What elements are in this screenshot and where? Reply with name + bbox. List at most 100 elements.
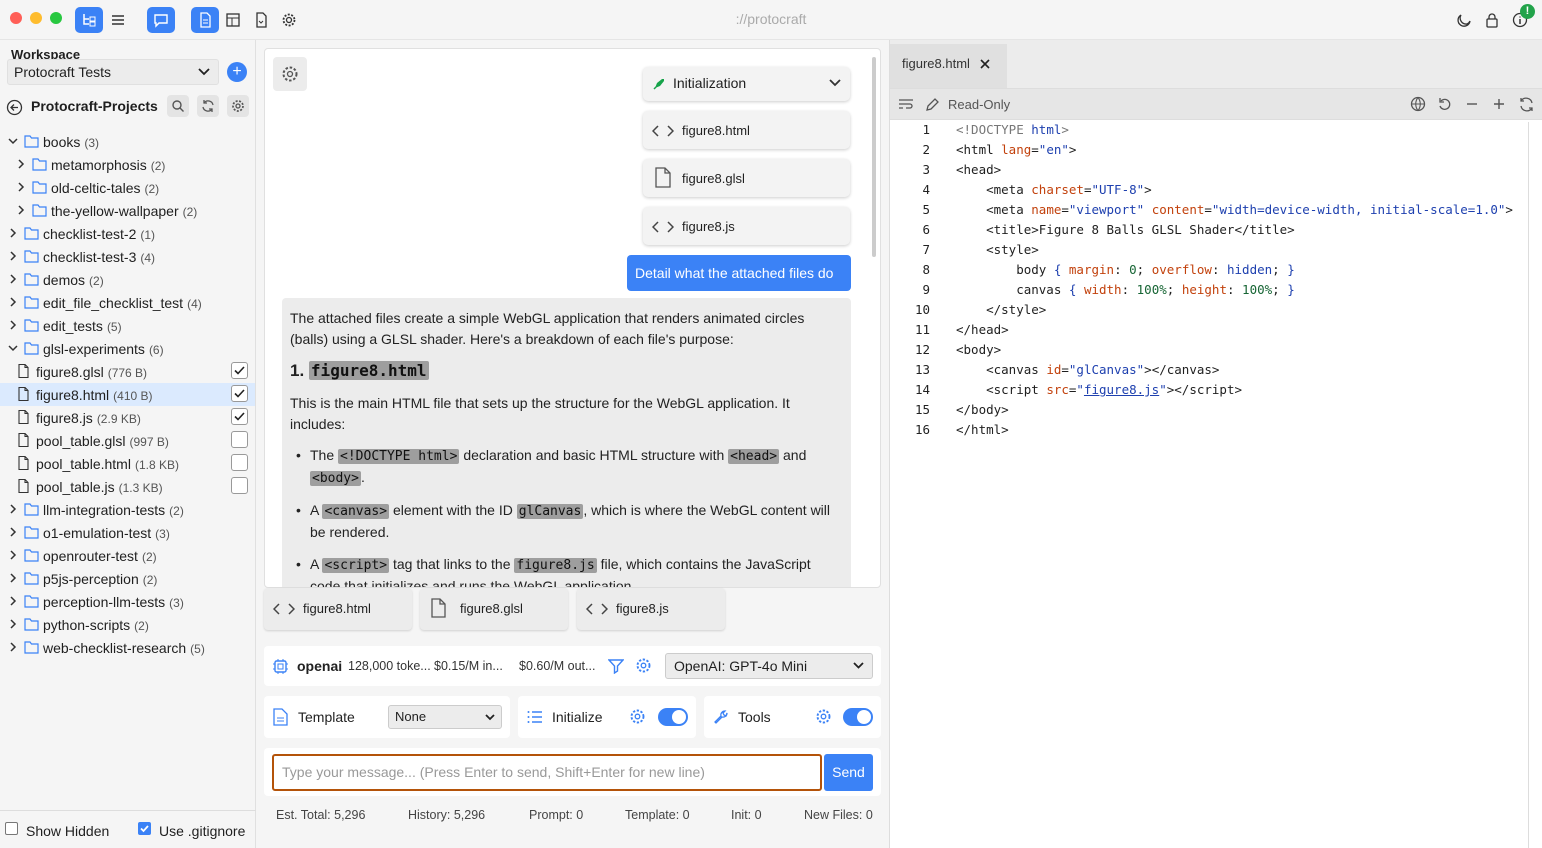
initialize-toggle[interactable] <box>658 708 688 726</box>
file-tab[interactable]: figure8.js <box>577 588 725 630</box>
tree-file[interactable]: pool_table.js (1.3 KB) <box>0 475 255 498</box>
pencil-icon[interactable] <box>925 97 940 112</box>
tree-file[interactable]: figure8.js (2.9 KB) <box>0 406 255 429</box>
chevron-down-icon <box>485 714 495 721</box>
tree-item-label: p5js-perception (2) <box>43 571 158 587</box>
tree-folder[interactable]: perception-llm-tests (3) <box>0 590 255 613</box>
tree-folder[interactable]: llm-integration-tests (2) <box>0 498 255 521</box>
include-file-checkbox[interactable] <box>231 454 248 471</box>
close-icon[interactable] <box>980 59 990 69</box>
tree-folder[interactable]: web-checklist-research (5) <box>0 636 255 659</box>
tree-folder[interactable]: p5js-perception (2) <box>0 567 255 590</box>
message-input[interactable]: Type your message... (Press Enter to sen… <box>272 754 822 791</box>
chevron-right-icon <box>10 274 17 284</box>
refresh-icon[interactable] <box>1519 97 1534 112</box>
code-line: 3 <head> <box>922 162 1002 177</box>
project-settings-button[interactable] <box>227 95 249 117</box>
initialization-dropdown[interactable]: Initialization <box>643 67 850 101</box>
tree-folder[interactable]: edit_file_checklist_test (4) <box>0 291 255 314</box>
chat-history[interactable]: Initialization figure8.html figure8.glsl… <box>264 48 881 588</box>
editor-tab-label: figure8.html <box>902 56 970 71</box>
chevron-right-icon <box>18 159 25 169</box>
output-price: $0.60/M out... <box>519 659 596 673</box>
stat-est-total: Est. Total: 5,296 <box>276 808 366 822</box>
attachment-item[interactable]: figure8.js <box>643 207 850 245</box>
folder-icon <box>24 595 39 608</box>
tree-folder[interactable]: openrouter-test (2) <box>0 544 255 567</box>
include-file-checkbox[interactable] <box>231 385 248 402</box>
chevron-right-icon <box>10 297 17 307</box>
workspace-select[interactable]: Protocraft Tests <box>7 59 219 85</box>
title-bar: ://protocraft ! <box>0 0 1542 40</box>
add-workspace-button[interactable]: + <box>227 62 247 82</box>
stat-template: Template: 0 <box>625 808 690 822</box>
tree-folder[interactable]: metamorphosis (2) <box>0 153 255 176</box>
code-line: 2 <html lang="en"> <box>922 142 1077 157</box>
initialization-label: Initialization <box>673 75 747 91</box>
gear-icon[interactable] <box>635 657 652 674</box>
tree-folder[interactable]: checklist-test-2 (1) <box>0 222 255 245</box>
attachment-item[interactable]: figure8.glsl <box>643 159 850 197</box>
tree-folder[interactable]: glsl-experiments (6) <box>0 337 255 360</box>
gear-icon[interactable] <box>629 708 646 725</box>
stat-init: Init: 0 <box>731 808 762 822</box>
tree-folder[interactable]: books (3) <box>0 130 255 153</box>
chevron-right-icon <box>10 550 17 560</box>
tree-item-label: glsl-experiments (6) <box>43 341 164 357</box>
folder-icon <box>24 319 39 332</box>
tree-item-label: pool_table.glsl (997 B) <box>36 433 169 449</box>
undo-icon[interactable] <box>1438 97 1452 111</box>
refresh-tree-button[interactable] <box>197 95 219 117</box>
tree-file[interactable]: pool_table.glsl (997 B) <box>0 429 255 452</box>
model-selected: OpenAI: GPT-4o Mini <box>674 658 808 674</box>
chevron-right-icon <box>18 182 25 192</box>
tree-folder[interactable]: checklist-test-3 (4) <box>0 245 255 268</box>
template-select[interactable]: None <box>388 705 502 729</box>
tree-item-label: checklist-test-3 (4) <box>43 249 156 265</box>
chevron-right-icon <box>10 619 17 629</box>
chevron-right-icon <box>10 527 17 537</box>
editor-tab[interactable]: figure8.html <box>890 44 1007 88</box>
tree-file[interactable]: pool_table.html (1.8 KB) <box>0 452 255 475</box>
model-select[interactable]: OpenAI: GPT-4o Mini <box>665 653 873 679</box>
globe-icon[interactable] <box>1410 96 1426 112</box>
attachment-item[interactable]: figure8.html <box>643 111 850 149</box>
tree-folder[interactable]: the-yellow-wallpaper (2) <box>0 199 255 222</box>
tree-folder[interactable]: o1-emulation-test (3) <box>0 521 255 544</box>
use-gitignore-checkbox[interactable] <box>138 822 151 835</box>
tools-toggle[interactable] <box>843 708 873 726</box>
file-tab[interactable]: figure8.glsl <box>420 588 568 630</box>
assistant-intro: The attached files create a simple WebGL… <box>290 310 805 347</box>
include-file-checkbox[interactable] <box>231 362 248 379</box>
lock-button[interactable] <box>1478 7 1506 33</box>
include-file-checkbox[interactable] <box>231 431 248 448</box>
project-header: Protocraft-Projects <box>0 94 256 118</box>
zoom-in-icon[interactable] <box>1493 98 1505 110</box>
include-file-checkbox[interactable] <box>231 408 248 425</box>
tree-folder[interactable]: demos (2) <box>0 268 255 291</box>
assistant-message: The attached files create a simple WebGL… <box>282 298 851 587</box>
tree-file[interactable]: figure8.html (410 B) <box>0 383 255 406</box>
folder-icon <box>24 250 39 263</box>
tree-folder[interactable]: python-scripts (2) <box>0 613 255 636</box>
chat-scrollbar[interactable] <box>872 57 876 257</box>
checkmark-icon <box>234 389 245 398</box>
code-line: 7 <style> <box>922 242 1039 257</box>
filter-icon[interactable] <box>608 658 624 674</box>
tree-file[interactable]: figure8.glsl (776 B) <box>0 360 255 383</box>
tree-folder[interactable]: old-celtic-tales (2) <box>0 176 255 199</box>
gear-icon[interactable] <box>815 708 832 725</box>
tree-folder[interactable]: edit_tests (5) <box>0 314 255 337</box>
file-tab[interactable]: figure8.html <box>264 588 412 630</box>
zoom-out-icon[interactable] <box>1466 98 1478 110</box>
chevron-down-icon <box>829 79 841 87</box>
show-hidden-checkbox[interactable] <box>5 822 18 835</box>
back-button[interactable] <box>6 99 23 116</box>
chat-settings-button[interactable] <box>273 57 307 91</box>
word-wrap-icon[interactable] <box>898 98 914 111</box>
dark-mode-button[interactable] <box>1450 7 1478 33</box>
send-button[interactable]: Send <box>824 754 873 791</box>
search-files-button[interactable] <box>167 95 189 117</box>
editor-scrollbar[interactable] <box>1528 122 1529 848</box>
include-file-checkbox[interactable] <box>231 477 248 494</box>
